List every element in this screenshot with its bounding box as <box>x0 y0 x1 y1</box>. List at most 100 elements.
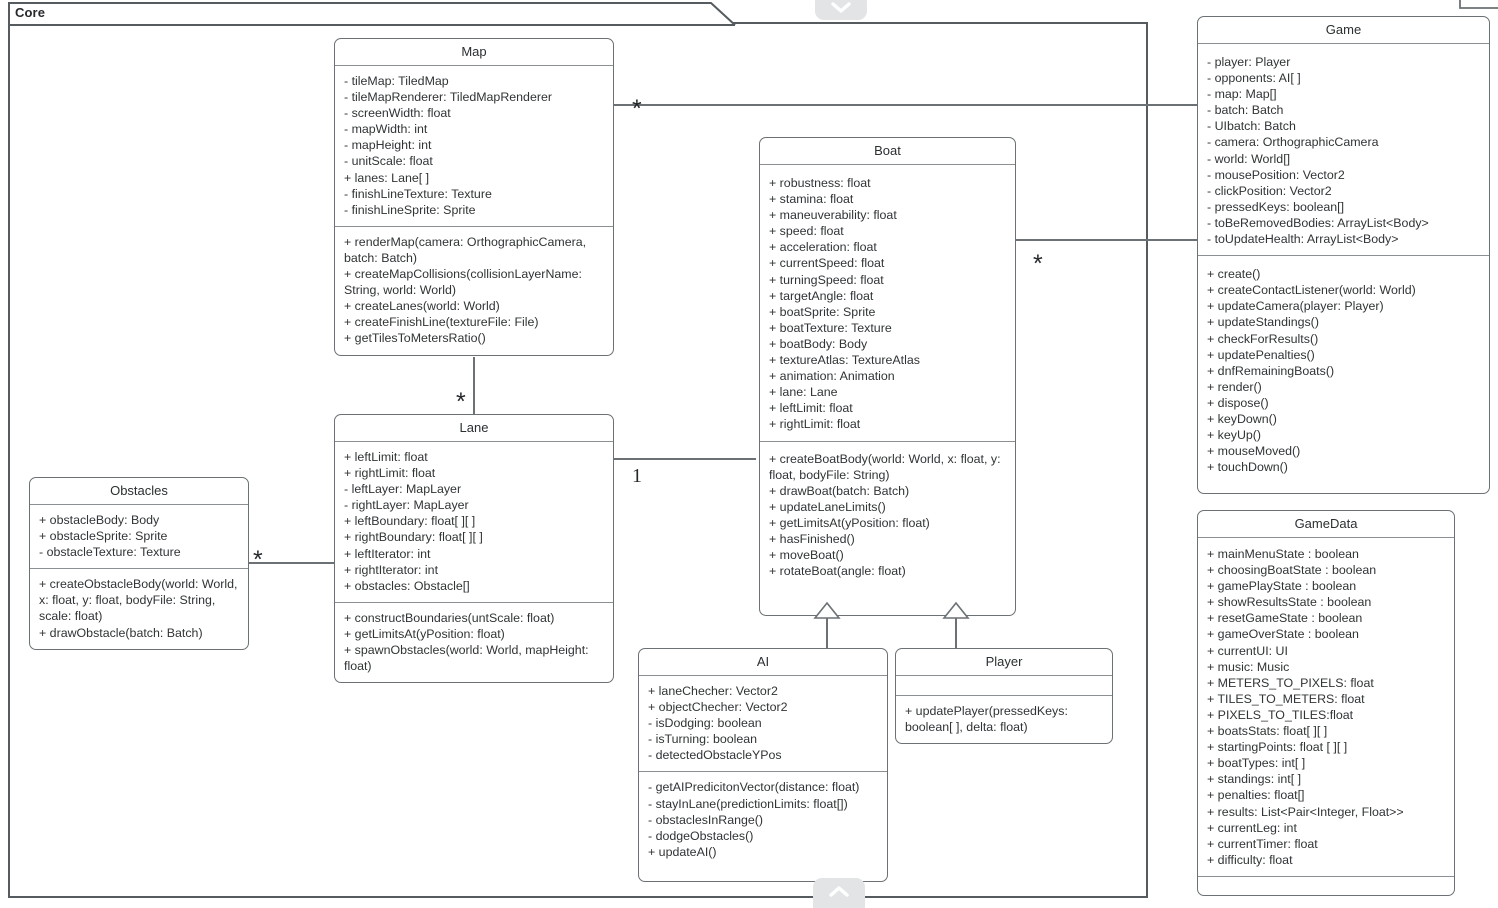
multiplicity-map-game: * <box>632 95 642 123</box>
attribute-row: + boatsStats: float[ ][ ] <box>1207 724 1328 739</box>
attribute-row: - pressedKeys: boolean[] <box>1207 199 1345 214</box>
method-row: + createObstacleBody(world: World, x: fl… <box>39 577 241 624</box>
attribute-row: - opponents: AI[ ] <box>1207 71 1301 86</box>
scroll-up-handle[interactable] <box>815 0 867 20</box>
attribute-row: - isDodging: boolean <box>648 716 762 731</box>
class-attributes-gamedata: + mainMenuState : boolean + choosingBoat… <box>1198 538 1454 877</box>
class-name-player: Player <box>896 649 1112 676</box>
generalization-triangle-player <box>942 601 970 619</box>
class-box-game[interactable]: Game - player: Player - opponents: AI[ ]… <box>1197 16 1490 494</box>
method-row: + updatePlayer(pressedKeys: boolean[ ], … <box>905 704 1072 735</box>
method-row: - dodgeObstacles() <box>648 828 754 843</box>
attribute-row: + maneuverability: float <box>769 208 897 223</box>
attribute-row: + obstacleBody: Body <box>39 513 160 527</box>
attribute-row: + speed: float <box>769 224 844 239</box>
scroll-down-handle[interactable] <box>813 878 865 908</box>
method-row: - obstaclesInRange() <box>648 812 764 827</box>
class-name-game: Game <box>1198 17 1489 44</box>
class-box-lane[interactable]: Lane + leftLimit: float + rightLimit: fl… <box>334 414 614 684</box>
attribute-row: + showResultsState : boolean <box>1207 595 1372 610</box>
class-box-gamedata[interactable]: GameData + mainMenuState : boolean + cho… <box>1197 510 1455 896</box>
attribute-row: + PIXELS_TO_TILES:float <box>1207 707 1354 722</box>
attribute-row: + penalties: float[] <box>1207 788 1305 803</box>
attribute-row: + rightIterator: int <box>344 562 439 577</box>
class-methods-player: + updatePlayer(pressedKeys: boolean[ ], … <box>896 696 1112 743</box>
method-row: + constructBoundaries(untScale: float) <box>344 610 555 625</box>
attribute-row: + boatTexture: Texture <box>769 320 892 335</box>
attribute-row: - map: Map[] <box>1207 87 1277 102</box>
attribute-row: + laneChecher: Vector2 <box>648 684 778 698</box>
method-row: + spawnObstacles(world: World, mapHeight… <box>344 643 593 674</box>
attribute-row: - isTurning: boolean <box>648 732 758 747</box>
attribute-row: + stamina: float <box>769 192 854 207</box>
attribute-row: + METERS_TO_PIXELS: float <box>1207 675 1374 690</box>
multiplicity-lane-boat: 1 <box>632 465 642 487</box>
attribute-row: - leftLayer: MapLayer <box>344 482 462 497</box>
method-row: + updateAI() <box>648 844 717 859</box>
class-attributes-boat: + robustness: float + stamina: float + m… <box>760 165 1015 442</box>
method-row: + hasFinished() <box>769 531 855 546</box>
method-row: + drawObstacle(batch: Batch) <box>39 625 203 640</box>
class-methods-game: + create() + createContactListener(world… <box>1198 256 1489 483</box>
attribute-row: + boatBody: Body <box>769 336 868 351</box>
attribute-row: + rightLimit: float <box>344 466 436 481</box>
class-attributes-lane: + leftLimit: float + rightLimit: float -… <box>335 442 613 603</box>
generalization-triangle-ai <box>813 601 841 619</box>
class-name-boat: Boat <box>760 138 1015 165</box>
attribute-row: - finishLineSprite: Sprite <box>344 202 476 217</box>
class-box-ai[interactable]: AI + laneChecher: Vector2 + objectCheche… <box>638 648 888 882</box>
method-row: + touchDown() <box>1207 460 1288 475</box>
method-row: + render() <box>1207 379 1262 394</box>
attribute-row: - unitScale: float <box>344 154 433 169</box>
class-box-obstacles[interactable]: Obstacles + obstacleBody: Body + obstacl… <box>29 477 249 650</box>
attribute-row: + textureAtlas: TextureAtlas <box>769 353 920 368</box>
attribute-row: + currentUI: UI <box>1207 643 1288 658</box>
attribute-row: + currentLeg: int <box>1207 820 1297 835</box>
connector-map-lane <box>473 357 475 414</box>
connector-ai-boat <box>826 616 828 648</box>
package-core-label: Core <box>15 5 46 20</box>
class-methods-boat: + createBoatBody(world: World, x: float,… <box>760 442 1015 588</box>
class-attributes-ai: + laneChecher: Vector2 + objectChecher: … <box>639 676 887 773</box>
method-row: + getTilesToMetersRatio() <box>344 331 486 346</box>
package-core-tab <box>8 2 736 26</box>
class-box-map[interactable]: Map - tileMap: TiledMap - tileMapRendere… <box>334 38 614 356</box>
uml-class-diagram-canvas: Core * * * 1 * Map - tileMap: TiledMap -… <box>0 0 1498 908</box>
attribute-row: + animation: Animation <box>769 369 895 384</box>
attribute-row: + currentSpeed: float <box>769 256 885 271</box>
attribute-row: + leftBoundary: float[ ][ ] <box>344 514 476 529</box>
method-row: + createLanes(world: World) <box>344 299 500 314</box>
connector-player-boat <box>955 616 957 648</box>
attribute-row: + rightLimit: float <box>769 417 861 432</box>
attribute-row: + gamePlayState : boolean <box>1207 579 1357 594</box>
class-box-boat[interactable]: Boat + robustness: float + stamina: floa… <box>759 137 1016 616</box>
attribute-row: - screenWidth: float <box>344 106 451 121</box>
method-row: + getLimitsAt(yPosition: float) <box>769 515 930 530</box>
connector-map-game <box>613 104 1198 106</box>
method-row: + drawBoat(batch: Batch) <box>769 483 910 498</box>
class-name-obstacles: Obstacles <box>30 478 248 505</box>
attribute-row: - batch: Batch <box>1207 103 1284 118</box>
attribute-row: + turningSpeed: float <box>769 272 884 287</box>
class-name-gamedata: GameData <box>1198 511 1454 538</box>
attribute-row: + lane: Lane <box>769 385 838 400</box>
attribute-row: - UIbatch: Batch <box>1207 119 1296 134</box>
class-attributes-map: - tileMap: TiledMap - tileMapRenderer: T… <box>335 66 613 227</box>
attribute-row: + resetGameState : boolean <box>1207 611 1363 626</box>
method-row: + updatePenalties() <box>1207 347 1315 362</box>
class-methods-ai: - getAIPredicitonVector(distance: float)… <box>639 772 887 867</box>
attribute-row: - clickPosition: Vector2 <box>1207 183 1332 198</box>
attribute-row: + boatTypes: int[ ] <box>1207 756 1306 771</box>
connector-boat-game <box>1015 239 1198 241</box>
class-box-player[interactable]: Player + updatePlayer(pressedKeys: boole… <box>895 648 1113 745</box>
connector-lane-boat <box>613 458 756 460</box>
method-row: + getLimitsAt(yPosition: float) <box>344 626 505 641</box>
attribute-row: - player: Player <box>1207 55 1291 69</box>
chevron-down-icon <box>831 2 851 13</box>
attribute-row: + acceleration: float <box>769 240 877 255</box>
chevron-up-icon <box>829 886 849 897</box>
attribute-row: - mapHeight: int <box>344 138 432 153</box>
class-methods-lane: + constructBoundaries(untScale: float) +… <box>335 603 613 682</box>
attribute-row: - camera: OrthographicCamera <box>1207 135 1379 150</box>
attribute-row: - tileMapRenderer: TiledMapRenderer <box>344 90 552 105</box>
